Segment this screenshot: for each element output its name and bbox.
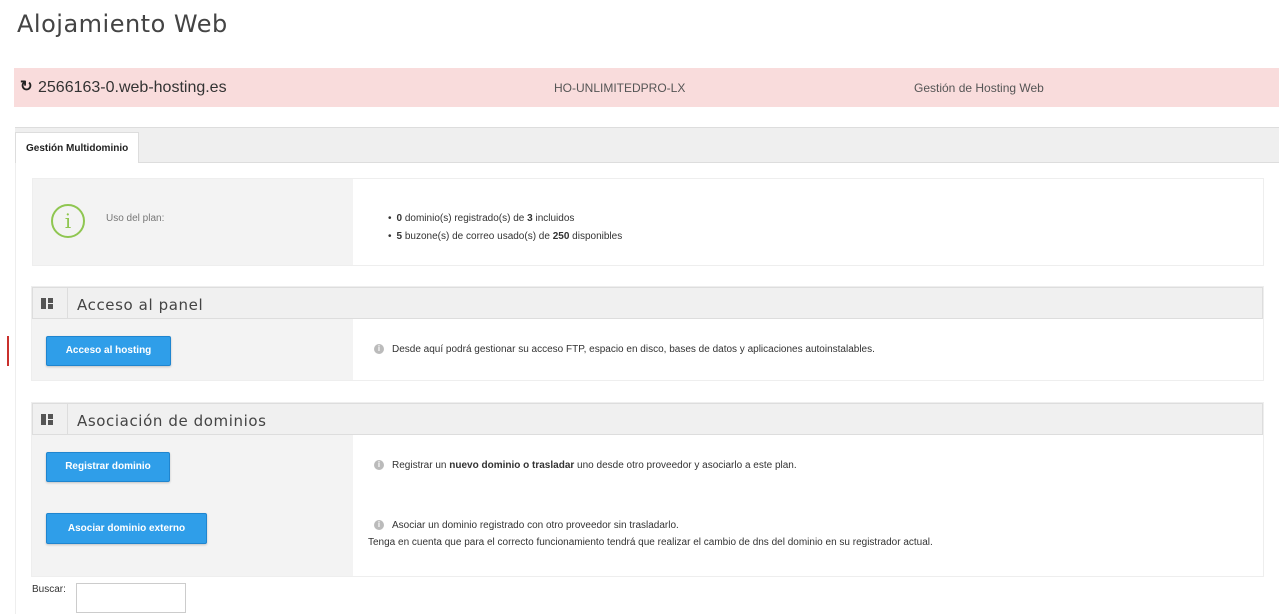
plan-usage-left: i Uso del plan:	[33, 179, 353, 265]
search-label: Buscar:	[32, 584, 66, 595]
plan-usage-label: Uso del plan:	[106, 213, 165, 224]
red-marker	[7, 336, 9, 366]
access-description: i Desde aquí podrá gestionar su acceso FT…	[374, 344, 875, 355]
domains-usage-item: 0 dominio(s) registrado(s) de 3 incluido…	[388, 213, 622, 224]
dashboard-icon	[41, 414, 53, 425]
register-domain-button[interactable]: Registrar dominio	[46, 452, 170, 482]
plan-code: HO-UNLIMITEDPRO-LX	[554, 81, 686, 95]
mailboxes-usage-item: 5 buzone(s) de correo usado(s) de 250 di…	[388, 231, 623, 242]
panel-access: Acceso al panel Acceso al hosting i Desde…	[31, 286, 1264, 381]
domain-bar: ↻ 2566163-0.web-hosting.es HO-UNLIMITEDP…	[14, 68, 1279, 107]
panel-access-title: Acceso al panel	[77, 296, 204, 314]
panel-domains: Asociación de dominios Registrar dominio…	[31, 402, 1264, 577]
page-title: Alojamiento Web	[17, 10, 228, 38]
panel-domains-title: Asociación de dominios	[77, 412, 267, 430]
refresh-icon[interactable]: ↻	[20, 79, 33, 95]
tab-content: i Uso del plan: 0 dominio(s) registrado(…	[15, 163, 1279, 614]
panel-access-header: Acceso al panel	[32, 287, 1263, 319]
associate-external-domain-button[interactable]: Asociar dominio externo	[46, 513, 207, 544]
dashboard-icon	[41, 298, 53, 309]
plan-usage-box: i Uso del plan: 0 dominio(s) registrado(…	[32, 178, 1264, 266]
search-input[interactable]	[76, 583, 186, 613]
register-description: i Registrar un nuevo dominio o trasladar …	[374, 460, 797, 471]
external-description: i Asociar un dominio registrado con otro …	[368, 520, 933, 548]
tab-strip: Gestión Multidominio	[15, 127, 1279, 164]
domain-name: 2566163-0.web-hosting.es	[38, 79, 227, 96]
info-bullet-icon: i	[374, 520, 384, 530]
hosting-management-link[interactable]: Gestión de Hosting Web	[914, 81, 1044, 95]
access-hosting-button[interactable]: Acceso al hosting	[46, 336, 171, 366]
plan-usage-list: 0 dominio(s) registrado(s) de 3 incluido…	[388, 213, 623, 249]
info-bullet-icon: i	[374, 344, 384, 354]
tab-gestion-multidominio[interactable]: Gestión Multidominio	[15, 132, 140, 164]
panel-domains-header: Asociación de dominios	[32, 403, 1263, 435]
info-bullet-icon: i	[374, 460, 384, 470]
info-icon: i	[51, 204, 85, 238]
